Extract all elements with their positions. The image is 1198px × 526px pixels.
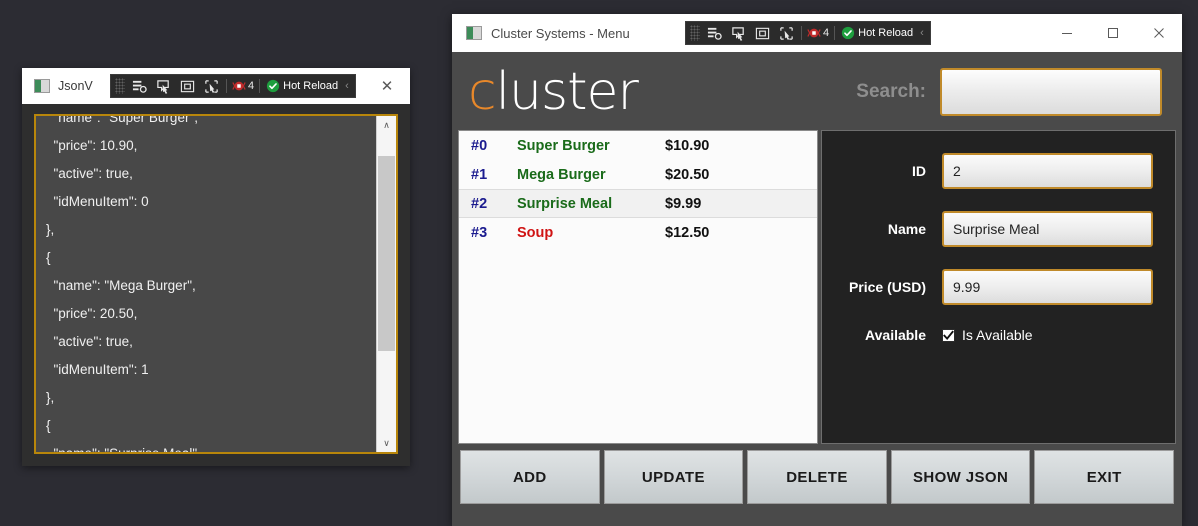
price-field-row: Price (USD) (832, 269, 1153, 305)
is-available-label: Is Available (962, 327, 1033, 343)
add-button[interactable]: ADD (460, 450, 600, 504)
scrollbar-thumb[interactable] (378, 156, 395, 351)
list-item-selected[interactable]: #2 Surprise Meal $9.99 (459, 189, 817, 218)
id-label: ID (912, 163, 926, 179)
menu-item-form: ID Name Price (USD) Available (821, 130, 1176, 444)
list-item-name: Mega Burger (517, 166, 606, 183)
menu-window-client-area: c luster Search: #0 Super Burger $10.90 #… (452, 52, 1182, 526)
toolbar-drag-handle[interactable] (690, 25, 700, 41)
scroll-down-arrow-icon[interactable]: ∨ (377, 434, 396, 452)
json-window-titlebar[interactable]: JsonV 4 Hot Reload ‹ ✕ (22, 68, 410, 104)
hot-reload-error-count[interactable]: 4 (805, 26, 831, 40)
json-window-close-button[interactable]: ✕ (364, 68, 410, 104)
hot-reload-label: Hot Reload (858, 27, 914, 39)
available-label: Available (865, 327, 926, 343)
app-header: c luster Search: (458, 58, 1176, 126)
chevron-left-icon[interactable]: ‹ (341, 80, 353, 92)
list-item-name: Super Burger (517, 137, 610, 154)
checkbox-box-icon[interactable] (942, 328, 955, 342)
list-item-price: $9.99 (665, 195, 702, 212)
checkmark-icon (943, 330, 954, 340)
scroll-up-arrow-icon[interactable]: ∧ (377, 116, 396, 134)
json-content-text: "name": "Super Burger", "price": 10.90, … (46, 114, 201, 454)
list-item[interactable]: #3 Soup $12.50 (459, 218, 817, 247)
menu-window-title: Cluster Systems - Menu (491, 25, 630, 41)
list-item-index: #2 (471, 195, 488, 212)
cluster-logo: c luster (468, 62, 639, 122)
hot-reload-toolbar[interactable]: 4 Hot Reload ‹ (685, 21, 931, 45)
app-window-icon (466, 26, 482, 40)
logo-letter-c: c (468, 62, 497, 122)
menu-items-list[interactable]: #0 Super Burger $10.90 #1 Mega Burger $2… (458, 130, 818, 444)
hot-reload-label: Hot Reload (283, 80, 339, 92)
delete-button[interactable]: DELETE (747, 450, 887, 504)
toolbar-separator (226, 79, 227, 93)
toolbar-separator (834, 26, 836, 40)
toolbar-separator (801, 26, 802, 40)
app-window-icon (34, 79, 50, 93)
logo-text-rest: luster (495, 62, 639, 122)
json-text-area[interactable]: "name": "Super Burger", "price": 10.90, … (34, 114, 398, 454)
json-window-title: JsonV (58, 79, 93, 93)
search-label: Search: (856, 81, 926, 102)
cluster-menu-window: Cluster Systems - Menu 4 Hot Reload ‹ c … (452, 14, 1182, 526)
list-item-price: $12.50 (665, 224, 710, 241)
hot-reload-count-label: 4 (248, 80, 255, 92)
menu-main-area: #0 Super Burger $10.90 #1 Mega Burger $2… (458, 130, 1176, 444)
hot-reload-button[interactable]: Hot Reload (838, 26, 916, 40)
square-outline-icon[interactable] (750, 23, 774, 43)
chevron-left-icon[interactable]: ‹ (916, 27, 928, 39)
minimize-button[interactable] (1044, 14, 1090, 52)
toolbar-drag-handle[interactable] (115, 78, 125, 94)
available-field-row: Available Is Available (832, 327, 1153, 343)
json-window-body: "name": "Super Burger", "price": 10.90, … (22, 104, 410, 466)
list-item-name: Soup (517, 224, 554, 241)
list-item-name: Surprise Meal (517, 195, 613, 212)
json-vertical-scrollbar[interactable]: ∧ ∨ (376, 116, 396, 452)
search-input[interactable] (940, 68, 1162, 116)
toolbar-separator (259, 79, 261, 93)
search-area: Search: (856, 68, 1162, 116)
name-label: Name (887, 221, 926, 237)
id-input[interactable] (942, 153, 1153, 189)
action-buttons-bar: ADD UPDATE DELETE SHOW JSON EXIT (458, 450, 1176, 504)
menu-window-titlebar[interactable]: Cluster Systems - Menu 4 Hot Reload ‹ (452, 14, 1182, 52)
list-item-price: $10.90 (665, 137, 710, 154)
price-label: Price (USD) (848, 279, 926, 295)
list-item-price: $20.50 (665, 166, 710, 183)
square-outline-icon[interactable] (175, 76, 199, 96)
close-button[interactable] (1136, 14, 1182, 52)
live-visual-tree-icon[interactable] (127, 76, 151, 96)
select-element-cursor-icon[interactable] (726, 23, 750, 43)
live-visual-tree-icon[interactable] (702, 23, 726, 43)
show-json-button[interactable]: SHOW JSON (890, 450, 1031, 504)
hot-reload-error-count[interactable]: 4 (230, 79, 256, 93)
maximize-button[interactable] (1090, 14, 1136, 52)
hot-reload-button[interactable]: Hot Reload (263, 79, 341, 93)
list-item-index: #3 (471, 224, 488, 241)
select-element-in-window-icon[interactable] (199, 76, 223, 96)
price-input[interactable] (942, 269, 1153, 305)
list-item-index: #0 (471, 137, 488, 154)
list-item[interactable]: #1 Mega Burger $20.50 (459, 160, 817, 189)
select-element-cursor-icon[interactable] (151, 76, 175, 96)
exit-button[interactable]: EXIT (1034, 450, 1174, 504)
name-field-row: Name (832, 211, 1153, 247)
list-item-index: #1 (471, 166, 488, 183)
hot-reload-count-label: 4 (823, 27, 830, 39)
id-field-row: ID (832, 153, 1153, 189)
json-viewer-window: JsonV 4 Hot Reload ‹ ✕ "name": "Super Bu… (22, 68, 410, 466)
window-controls (1044, 14, 1182, 52)
hot-reload-toolbar[interactable]: 4 Hot Reload ‹ (110, 74, 356, 98)
list-item[interactable]: #0 Super Burger $10.90 (459, 131, 817, 160)
update-button[interactable]: UPDATE (603, 450, 744, 504)
name-input[interactable] (942, 211, 1153, 247)
is-available-checkbox[interactable]: Is Available (942, 327, 1033, 343)
select-element-in-window-icon[interactable] (774, 23, 798, 43)
